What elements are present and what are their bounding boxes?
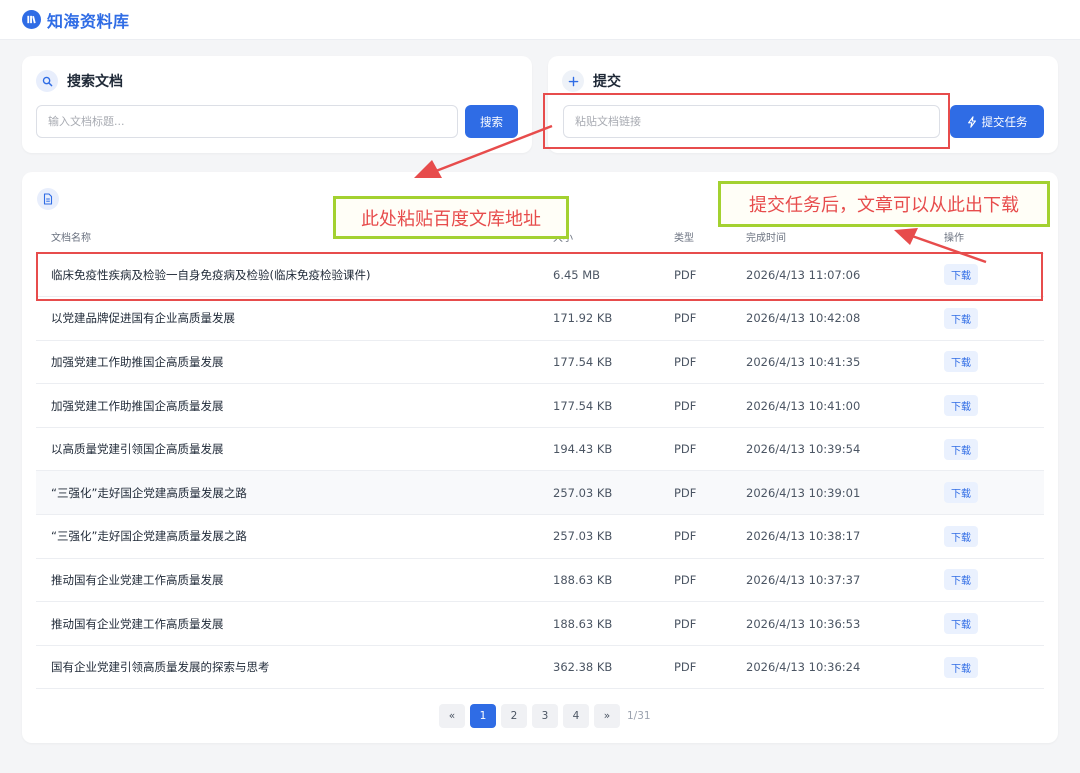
annotation-arrows xyxy=(414,124,987,264)
paste-arrow-line xyxy=(435,124,553,173)
download-arrow-line xyxy=(911,234,987,264)
